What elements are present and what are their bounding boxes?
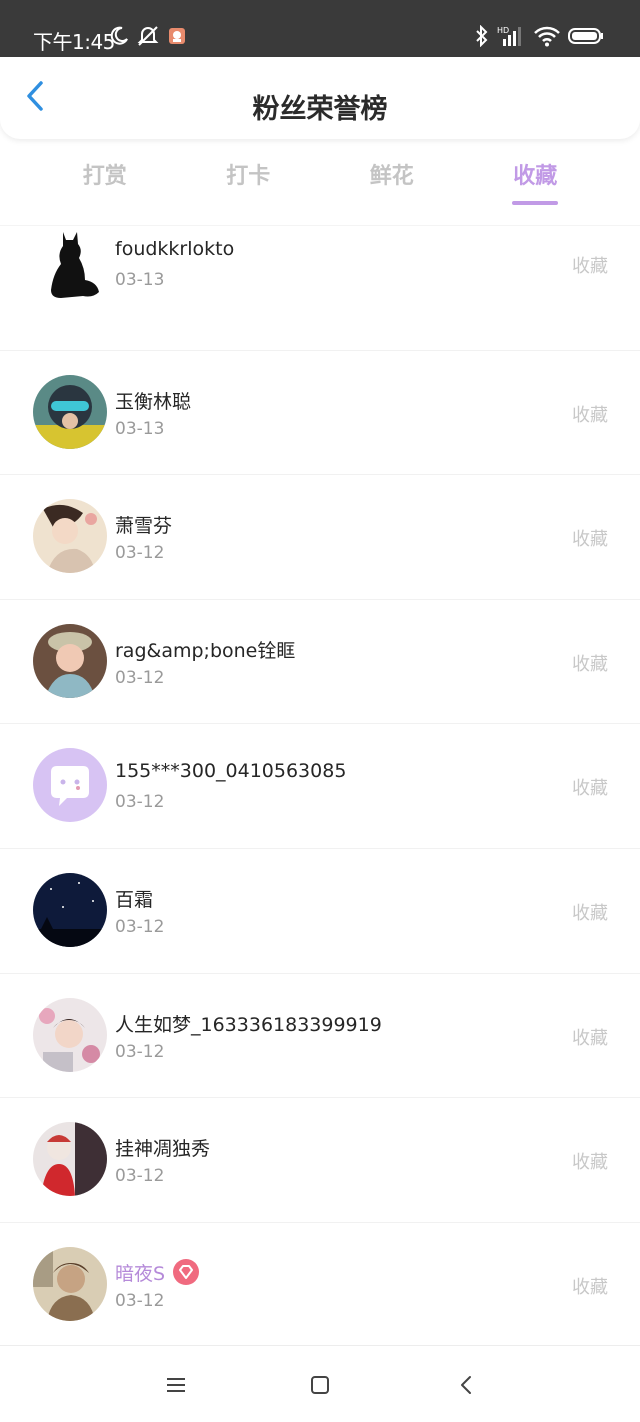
- signal-icon: HD: [496, 24, 524, 48]
- tab-favorites[interactable]: 收藏: [464, 150, 608, 210]
- list-item[interactable]: 暗夜S 03-12 收藏: [0, 1221, 640, 1347]
- back-icon[interactable]: [453, 1372, 479, 1398]
- fan-date: 03-12: [115, 916, 165, 937]
- fan-name: 暗夜S: [115, 1259, 200, 1286]
- svg-text:HD: HD: [497, 26, 509, 35]
- avatar[interactable]: [33, 1246, 107, 1321]
- fan-date: 03-12: [115, 1290, 165, 1311]
- list-item[interactable]: foudkkrlokto 03-13 收藏: [0, 225, 640, 350]
- fan-date: 03-12: [115, 1166, 165, 1187]
- fan-name: 萧雪芬: [115, 515, 173, 538]
- favorite-button[interactable]: 收藏: [572, 899, 608, 925]
- avatar[interactable]: [33, 226, 107, 300]
- home-icon[interactable]: [307, 1372, 333, 1398]
- status-time: 下午1:45: [33, 30, 115, 54]
- page-header: 粉丝荣誉榜: [0, 57, 640, 139]
- wifi-icon: [532, 24, 562, 48]
- fan-name: 百霜: [115, 888, 154, 911]
- fan-date: 03-12: [115, 792, 165, 813]
- app-notification-icon: [167, 24, 187, 48]
- fan-name: 玉衡林聪: [115, 390, 192, 413]
- battery-icon: [567, 24, 605, 48]
- fan-date: 03-13: [115, 270, 165, 290]
- fan-date: 03-13: [115, 418, 165, 439]
- fan-date: 03-12: [115, 667, 165, 688]
- bluetooth-icon: [472, 24, 492, 48]
- favorite-button[interactable]: 收藏: [572, 650, 608, 676]
- avatar[interactable]: [33, 623, 107, 698]
- fan-name: foudkkrlokto: [115, 238, 235, 260]
- list-item[interactable]: 百霜 03-12 收藏: [0, 847, 640, 973]
- system-nav-bar: [0, 1345, 640, 1422]
- fan-name: rag&amp;bone铨眶: [115, 639, 296, 662]
- favorite-button[interactable]: 收藏: [572, 401, 608, 427]
- moon-icon: [107, 24, 131, 48]
- fan-list: foudkkrlokto 03-13 收藏 玉衡林聪 03-13 收藏 萧雪芬 …: [0, 225, 640, 1346]
- list-item[interactable]: 人生如梦_163336183399919 03-12 收藏: [0, 972, 640, 1098]
- avatar[interactable]: [33, 748, 107, 823]
- favorite-button[interactable]: 收藏: [572, 1148, 608, 1174]
- list-item[interactable]: rag&amp;bone铨眶 03-12 收藏: [0, 598, 640, 724]
- fan-date: 03-12: [115, 543, 165, 564]
- list-item[interactable]: 155***300_0410563085 03-12 收藏: [0, 723, 640, 848]
- bell-off-icon: [136, 24, 160, 48]
- list-item[interactable]: 挂神凋独秀 03-12 收藏: [0, 1097, 640, 1222]
- page-title: 粉丝荣誉榜: [252, 94, 388, 125]
- favorite-button[interactable]: 收藏: [572, 525, 608, 551]
- list-item[interactable]: 萧雪芬 03-12 收藏: [0, 474, 640, 599]
- avatar[interactable]: [33, 499, 107, 574]
- list-item[interactable]: 玉衡林聪 03-13 收藏: [0, 349, 640, 475]
- vip-badge-icon: [173, 1259, 200, 1286]
- fan-name: 挂神凋独秀: [115, 1138, 211, 1161]
- favorite-button[interactable]: 收藏: [572, 1273, 608, 1299]
- avatar[interactable]: [33, 374, 107, 449]
- tab-bar: 打赏 打卡 鲜花 收藏: [33, 150, 607, 210]
- tab-reward[interactable]: 打赏: [33, 150, 177, 210]
- status-bar: 下午1:45 HD: [0, 0, 640, 57]
- menu-icon[interactable]: [163, 1372, 189, 1398]
- fan-date: 03-12: [115, 1041, 165, 1062]
- favorite-button[interactable]: 收藏: [572, 252, 608, 278]
- favorite-button[interactable]: 收藏: [572, 1024, 608, 1050]
- avatar[interactable]: [33, 997, 107, 1072]
- fan-name: 155***300_0410563085: [115, 760, 347, 783]
- tab-checkin[interactable]: 打卡: [177, 150, 321, 210]
- favorite-button[interactable]: 收藏: [572, 774, 608, 800]
- fan-name: 人生如梦_163336183399919: [115, 1013, 382, 1036]
- avatar[interactable]: [33, 1122, 107, 1197]
- tab-flowers[interactable]: 鲜花: [320, 150, 464, 210]
- fan-name-text: 暗夜S: [115, 1262, 166, 1285]
- avatar[interactable]: [33, 872, 107, 947]
